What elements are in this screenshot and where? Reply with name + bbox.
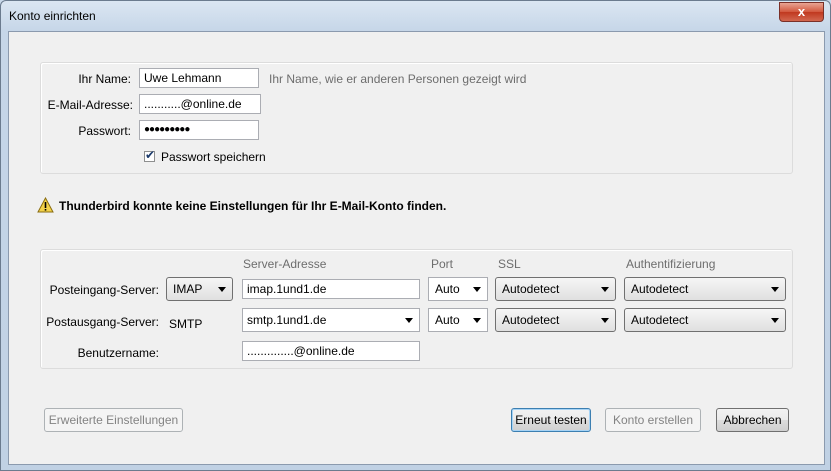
chevron-down-icon (771, 318, 779, 323)
checkmark-icon: ✔ (145, 148, 156, 162)
name-field[interactable]: Uwe Lehmann (139, 68, 259, 88)
warning-message: Thunderbird konnte keine Einstellungen f… (59, 199, 447, 213)
username-label: Benutzername: (77, 346, 159, 360)
outgoing-server-label: Postausgang-Server: (46, 315, 159, 329)
email-field[interactable]: ...........@online.de (139, 94, 261, 114)
incoming-server-field[interactable]: imap.1und1.de (242, 279, 420, 299)
server-address-header: Server-Adresse (243, 257, 327, 271)
warning-triangle-icon (37, 197, 54, 213)
password-label: Passwort: (78, 124, 131, 138)
chevron-down-icon (473, 318, 481, 323)
outgoing-ssl-value: Autodetect (502, 313, 560, 327)
account-setup-window: Konto einrichten x Ihr Name: Uwe Lehmann… (0, 0, 831, 471)
auth-header: Authentifizierung (626, 257, 716, 271)
chevron-down-icon (601, 318, 609, 323)
incoming-server-label: Posteingang-Server: (49, 283, 159, 297)
remember-password-checkbox[interactable]: ✔ (144, 148, 156, 162)
outgoing-server-select[interactable]: smtp.1und1.de (242, 308, 420, 332)
outgoing-server-value: smtp.1und1.de (247, 313, 327, 327)
title-bar: Konto einrichten x (1, 1, 830, 31)
dialog-body: Ihr Name: Uwe Lehmann Ihr Name, wie er a… (8, 31, 825, 465)
retest-button[interactable]: Erneut testen (511, 408, 591, 432)
password-field[interactable]: ●●●●●●●●● (139, 120, 259, 140)
incoming-port-select[interactable]: Auto (428, 277, 488, 301)
outgoing-auth-select[interactable]: Autodetect (624, 308, 786, 332)
incoming-protocol-select[interactable]: IMAP (166, 277, 233, 301)
incoming-protocol-value: IMAP (173, 282, 203, 296)
outgoing-auth-value: Autodetect (631, 313, 689, 327)
close-icon: x (797, 4, 806, 19)
outgoing-ssl-select[interactable]: Autodetect (495, 308, 616, 332)
create-account-button[interactable]: Konto erstellen (605, 408, 701, 432)
port-header: Port (431, 257, 454, 271)
chevron-down-icon (771, 287, 779, 292)
chevron-down-icon (218, 287, 226, 292)
advanced-settings-button[interactable]: Erweiterte Einstellungen (44, 408, 183, 432)
name-label: Ihr Name: (78, 72, 131, 86)
email-label: E-Mail-Adresse: (47, 98, 133, 112)
outgoing-port-value: Auto (435, 313, 460, 327)
remember-password-label[interactable]: Passwort speichern (161, 150, 266, 164)
close-button[interactable]: x (779, 2, 824, 22)
username-field[interactable]: ..............@online.de (242, 341, 420, 361)
incoming-auth-select[interactable]: Autodetect (624, 277, 786, 301)
server-panel: Server-Adresse Port SSL Authentifizierun… (40, 249, 793, 369)
name-hint: Ihr Name, wie er anderen Personen gezeig… (269, 72, 527, 86)
incoming-ssl-value: Autodetect (502, 282, 560, 296)
incoming-ssl-select[interactable]: Autodetect (495, 277, 616, 301)
incoming-auth-value: Autodetect (631, 282, 689, 296)
cancel-button[interactable]: Abbrechen (716, 408, 789, 432)
chevron-down-icon (601, 287, 609, 292)
chevron-down-icon (405, 318, 413, 323)
incoming-port-value: Auto (435, 282, 460, 296)
ssl-header: SSL (498, 257, 521, 271)
outgoing-port-select[interactable]: Auto (428, 308, 488, 332)
identity-panel: Ihr Name: Uwe Lehmann Ihr Name, wie er a… (40, 62, 793, 174)
window-title: Konto einrichten (9, 9, 96, 23)
chevron-down-icon (473, 287, 481, 292)
outgoing-protocol: SMTP (169, 317, 203, 331)
